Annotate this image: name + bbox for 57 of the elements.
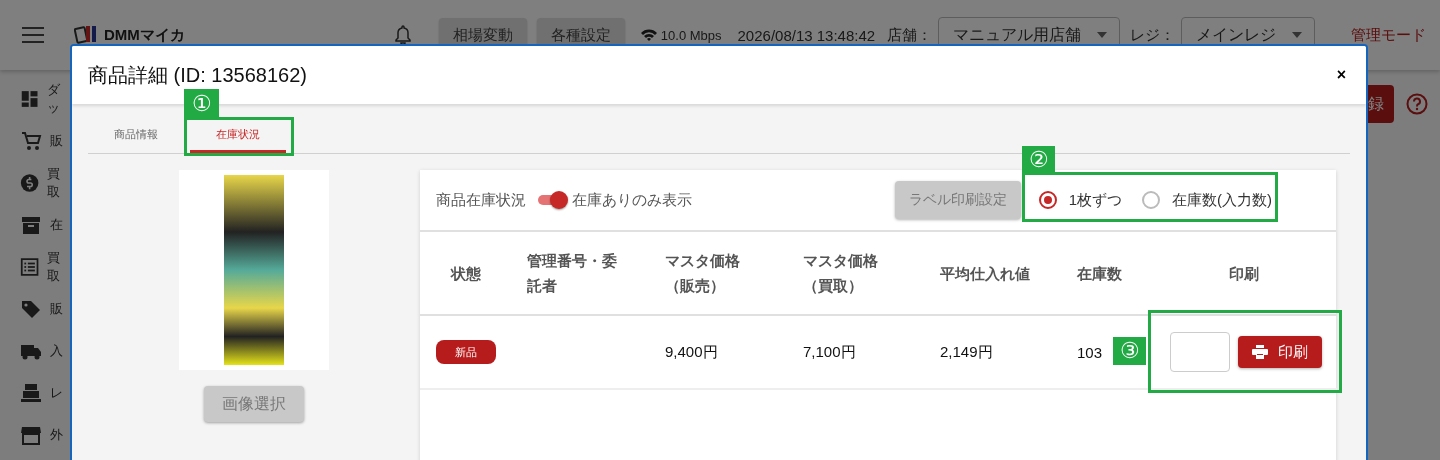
register-label: レジ： [1130, 25, 1176, 45]
sidebar-icon [20, 424, 42, 446]
table-cell: 2,149円 [940, 342, 993, 362]
condition-badge: 新品 [436, 340, 496, 364]
column-header: 管理番号・委託者 [527, 251, 618, 296]
table-cell: 7,100円 [803, 342, 856, 362]
column-header: 在庫数 [1077, 263, 1122, 284]
radio-button[interactable] [1142, 191, 1160, 209]
caret-icon [1097, 32, 1108, 38]
sidebar-icon [20, 214, 42, 236]
sidebar-item[interactable]: 入 [50, 342, 63, 360]
sidebar-item[interactable]: 買取 [47, 249, 70, 285]
caret-icon [1292, 32, 1303, 38]
store-label: 店舗： [887, 25, 933, 45]
column-header: 状態 [451, 263, 481, 284]
mode-label[interactable]: 管理モード [1351, 25, 1427, 45]
printer-icon [1252, 345, 1268, 359]
logo-text: DMMマイカ [104, 25, 185, 45]
annotation-number: ③ [1113, 337, 1146, 365]
sidebar-item[interactable]: 販 [50, 300, 63, 318]
toggle-label: 在庫ありのみ表示 [572, 190, 692, 210]
column-header: マスタ価格（販売） [665, 251, 741, 296]
section-title: 商品在庫状況 [436, 190, 526, 210]
sidebar-item[interactable]: ダッ [47, 81, 70, 117]
annotation-number: ② [1022, 146, 1055, 173]
column-header: 平均仕入れ値 [940, 263, 1030, 284]
radio-label: 在庫数(入力数) [1172, 190, 1272, 210]
sidebar-item[interactable]: 在 [50, 216, 63, 234]
quantity-field[interactable] [1170, 332, 1230, 372]
close-button[interactable]: × [1332, 64, 1350, 86]
sidebar-icon [20, 382, 42, 404]
table-cell: 103 [1077, 343, 1103, 361]
toggle-switch[interactable] [538, 191, 568, 209]
sidebar-icon [20, 88, 40, 110]
bell-icon[interactable] [394, 25, 411, 45]
sidebar-icon [20, 172, 40, 194]
sidebar-icon [20, 298, 42, 320]
table-cell: 9,400円 [665, 342, 718, 362]
help-icon[interactable] [1406, 93, 1428, 115]
network-speed: 10.0 Mbps [660, 27, 722, 43]
sidebar-icon [20, 256, 40, 278]
sidebar-icon [20, 130, 42, 152]
column-header: マスタ価格（買取） [803, 251, 879, 296]
sidebar-item[interactable]: 買取 [47, 165, 70, 201]
column-header: 印刷 [1228, 263, 1259, 284]
modal-title: 商品詳細 (ID: 13568162) [88, 62, 307, 88]
menu-icon[interactable] [22, 27, 44, 43]
radio-button[interactable] [1038, 191, 1057, 209]
annotation-number: ① [184, 89, 219, 118]
radio-label: 1枚ずつ [1068, 190, 1122, 210]
sidebar-item[interactable]: 外 [50, 426, 63, 444]
sidebar-item[interactable]: レ [50, 384, 63, 402]
wifi-icon [640, 29, 657, 41]
sidebar-item[interactable]: 販 [50, 132, 63, 150]
print-button[interactable]: 印刷 [1238, 336, 1322, 368]
tab[interactable]: 商品情報 [88, 118, 184, 153]
datetime: 2026/08/13 13:48:42 [737, 26, 876, 44]
